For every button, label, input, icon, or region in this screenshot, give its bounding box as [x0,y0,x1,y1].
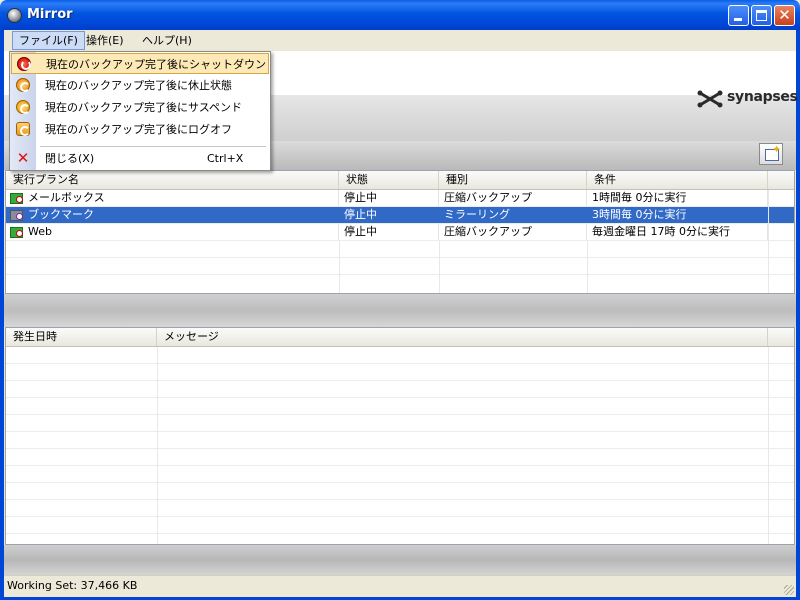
empty-row [6,258,794,275]
menu-item-hibernate[interactable]: 現在のバックアップ完了後に休止状態 [11,75,269,96]
type-cell: ミラーリング [439,207,587,223]
power-icon [17,57,31,71]
menu-item-label: 現在のバックアップ完了後にログオフ [45,123,232,136]
application-window: Mirror ✕ ファイル(F) 操作(E) ヘルプ(H) synapses ✦… [0,0,800,600]
working-set-text: Working Set: 37,466 KB [7,579,138,592]
menu-bar: ファイル(F) 操作(E) ヘルプ(H) [4,30,796,51]
column-divider [768,347,769,544]
plan-name: メールボックス [28,191,105,204]
column-plan-name[interactable]: 実行プラン名 [6,171,339,189]
column-divider [339,241,340,293]
empty-row [6,500,794,517]
type-cell: 圧縮バックアップ [439,190,587,206]
column-divider [587,241,588,293]
window-frame-right [796,30,800,600]
empty-row [6,466,794,483]
empty-row [6,517,794,534]
pane-splitter[interactable] [4,294,796,327]
column-condition[interactable]: 条件 [587,171,768,189]
status-bar: Working Set: 37,466 KB [4,575,796,597]
table-row[interactable]: Web 停止中 圧縮バックアップ 毎週金曜日 17時 0分に実行 [6,224,794,241]
file-menu-dropdown: 現在のバックアップ完了後にシャットダウン 現在のバックアップ完了後に休止状態 現… [9,51,271,171]
table-row[interactable]: メールボックス 停止中 圧縮バックアップ 1時間毎 0分に実行 [6,190,794,207]
backup-plan-icon [10,226,24,238]
maximize-button[interactable] [751,5,772,26]
menu-item-suspend[interactable]: 現在のバックアップ完了後にサスペンド [11,97,269,118]
status-cell: 停止中 [339,190,439,206]
column-status[interactable]: 状態 [339,171,439,189]
new-plan-button[interactable]: ✦ [759,143,783,165]
menu-file[interactable]: ファイル(F) [12,31,85,50]
minimize-button[interactable] [728,5,749,26]
table-row[interactable]: ブックマーク 停止中 ミラーリング 3時間毎 0分に実行 [6,207,794,224]
empty-row [6,432,794,449]
close-button[interactable]: ✕ [774,5,795,26]
close-x-icon: ✕ [16,149,30,167]
logo-text: synapses [727,89,798,105]
column-type[interactable]: 種別 [439,171,587,189]
empty-row [6,381,794,398]
empty-row [6,364,794,381]
column-divider [157,347,158,544]
suspend-icon [16,100,30,114]
menu-item-label: 現在のバックアップ完了後に休止状態 [45,79,232,92]
menu-operation[interactable]: 操作(E) [80,32,130,50]
plans-table: 実行プラン名 状態 種別 条件 メールボックス 停止中 圧縮バックアップ 1時間… [5,170,795,294]
status-cell: 停止中 [339,224,439,240]
column-message[interactable]: メッセージ [157,328,768,346]
condition-cell: 1時間毎 0分に実行 [587,190,768,206]
app-icon[interactable] [7,8,22,23]
empty-row [6,415,794,432]
plans-table-header: 実行プラン名 状態 種別 条件 [6,171,794,190]
plan-name-cell: Web [6,224,339,240]
menu-item-label: 閉じる(X) [45,152,95,165]
close-icon: ✕ [778,6,791,24]
log-table-header: 発生日時 メッセージ [6,328,794,347]
empty-row [6,449,794,466]
empty-row [6,398,794,415]
minimize-icon [734,18,742,21]
sparkle-icon: ✦ [772,143,782,156]
hibernate-icon [16,78,30,92]
title-bar[interactable]: Mirror ✕ [0,0,800,30]
type-cell: 圧縮バックアップ [439,224,587,240]
menu-item-shutdown[interactable]: 現在のバックアップ完了後にシャットダウン [11,53,269,74]
column-datetime[interactable]: 発生日時 [6,328,157,346]
menu-item-label: 現在のバックアップ完了後にサスペンド [45,101,243,114]
menu-help[interactable]: ヘルプ(H) [136,32,198,50]
log-table: 発生日時 メッセージ [5,327,795,545]
column-divider [768,190,769,293]
condition-cell: 毎週金曜日 17時 0分に実行 [587,224,768,240]
menu-separator [40,146,266,147]
maximize-icon [756,10,767,21]
backup-plan-icon [10,192,24,204]
column-divider [439,241,440,293]
plan-name-cell: ブックマーク [6,207,339,223]
logoff-icon [16,122,30,136]
condition-cell: 3時間毎 0分に実行 [587,207,768,223]
resize-grip[interactable] [784,585,794,595]
empty-row [6,347,794,364]
plan-name: Web [28,225,52,238]
menu-item-shortcut: Ctrl+X [207,152,244,165]
status-cell: 停止中 [339,207,439,223]
backup-plan-icon [10,209,24,221]
menu-item-logoff[interactable]: 現在のバックアップ完了後にログオフ [11,119,269,140]
empty-row [6,483,794,500]
plan-name-cell: メールボックス [6,190,339,206]
window-title: Mirror [27,7,73,22]
menu-item-close[interactable]: ✕ 閉じる(X) Ctrl+X [11,148,269,169]
empty-row [6,241,794,258]
bottom-band [4,545,796,575]
menu-item-label: 現在のバックアップ完了後にシャットダウン [46,58,266,71]
synapses-logo-icon [697,90,723,108]
plan-name: ブックマーク [28,208,94,221]
